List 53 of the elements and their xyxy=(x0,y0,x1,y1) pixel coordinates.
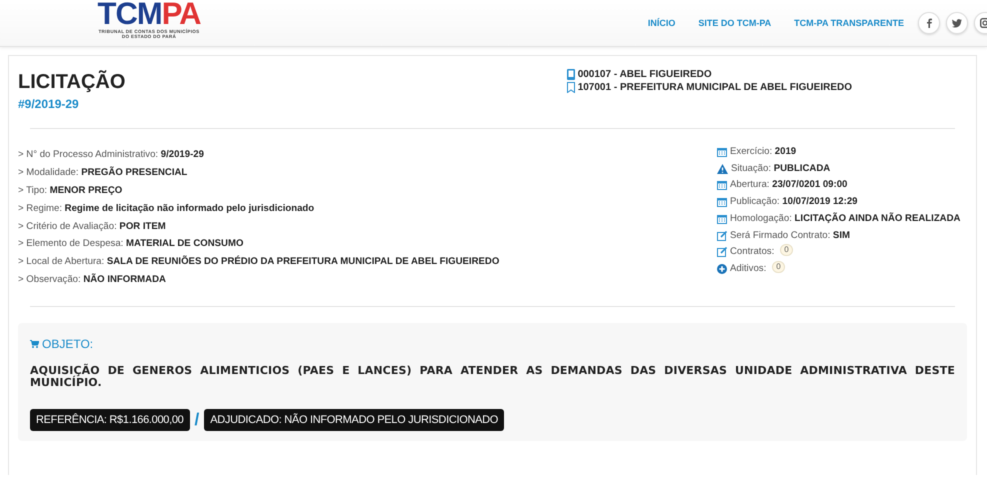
detail-line: > Critério de Avaliação: POR ITEM xyxy=(18,220,167,234)
status-value: 2019 xyxy=(774,146,796,157)
page-title: LICITAÇÃO xyxy=(18,70,126,94)
status-label: Exercício: xyxy=(730,146,772,157)
count-badge: 0 xyxy=(780,244,793,256)
calendar-icon xyxy=(717,147,727,157)
detail-line: > Observação: NÃO INFORMADA xyxy=(18,272,167,288)
warning-icon xyxy=(717,164,728,174)
detail-line: > Elemento de Despesa: MATERIAL DE CONSUMO xyxy=(18,237,244,252)
calendar-icon xyxy=(717,180,727,190)
object-description: AQUISIÇÃO DE GENEROS ALIMENTICIOS (PAES E LANCES) PARA ATENDER AS DEMANDAS DAS DIVERSAS UNIDADE ADMINISTRATIVA DESTE MUNICÍPIO. xyxy=(30,365,955,390)
nav-link[interactable]: SITE DO TCM-PA xyxy=(698,18,772,28)
edit-icon xyxy=(717,247,727,258)
plus-circle-icon xyxy=(717,264,727,274)
separator-slash: / xyxy=(194,410,200,430)
status-label: Abertura: xyxy=(730,179,770,190)
logo-wordmark: TCMPA xyxy=(98,0,200,29)
value-tag: ADJUDICADO: NÃO INFORMADO PELO JURISDICIONADO xyxy=(204,409,504,432)
detail-line: > N° do Processo Administrativo: 9/2019-29 xyxy=(18,148,205,162)
status-label: Publicação: xyxy=(730,196,780,208)
entity-label: 000107 - ABEL FIGUEIREDO xyxy=(578,69,712,80)
nav-link[interactable]: TCM-PA TRANSPARENTE xyxy=(794,18,904,28)
detail-line: > Local de Abertura: SALA DE REUNIÕES DO PRÉDIO DA PREFEITURA MUNICIPAL DE ABEL FIGUEIREDO xyxy=(18,254,500,270)
edit-icon xyxy=(717,230,727,241)
camera-icon xyxy=(980,18,987,28)
social-button[interactable] xyxy=(918,12,940,34)
process-number: #9/2019-29 xyxy=(18,96,80,113)
detail-line: > Modalidade: PREGÃO PRESENCIAL xyxy=(18,166,188,180)
entity-label: 107001 - PREFEITURA MUNICIPAL DE ABEL FIGUEIREDO xyxy=(578,82,852,93)
bird-icon xyxy=(952,18,962,28)
detail-line: > Regime: Regime de licitação não informado pelo jurisdicionado xyxy=(18,202,316,216)
status-value: 10/07/2019 12:29 xyxy=(782,196,858,208)
status-value: PUBLICADA xyxy=(774,162,830,174)
bookmark-icon xyxy=(566,82,575,93)
section-heading: OBJETO: xyxy=(42,337,94,352)
status-label: Homologação: xyxy=(730,212,792,224)
status-label: Aditivos: xyxy=(730,262,766,274)
nav-link[interactable]: INÍCIO xyxy=(648,18,676,28)
social-button[interactable] xyxy=(946,12,968,34)
calendar-icon xyxy=(717,214,727,224)
status-label: Situação: xyxy=(731,162,772,174)
calendar-icon xyxy=(717,197,727,208)
status-value: SIM xyxy=(832,230,850,241)
phone-icon xyxy=(566,69,575,80)
status-value: 23/07/0201 09:00 xyxy=(772,179,848,190)
status-label: Contratos: xyxy=(730,246,774,258)
status-value: LICITAÇÃO AINDA NÃO REALIZADA xyxy=(794,212,960,224)
f-letter-icon xyxy=(925,18,933,28)
cart-icon xyxy=(30,340,39,348)
value-tag: REFERÊNCIA: R$1.166.000,00 xyxy=(30,409,190,432)
count-badge: 0 xyxy=(772,260,785,273)
status-label: Será Firmado Contrato: xyxy=(730,230,830,241)
detail-line: > Tipo: MENOR PREÇO xyxy=(18,184,124,198)
